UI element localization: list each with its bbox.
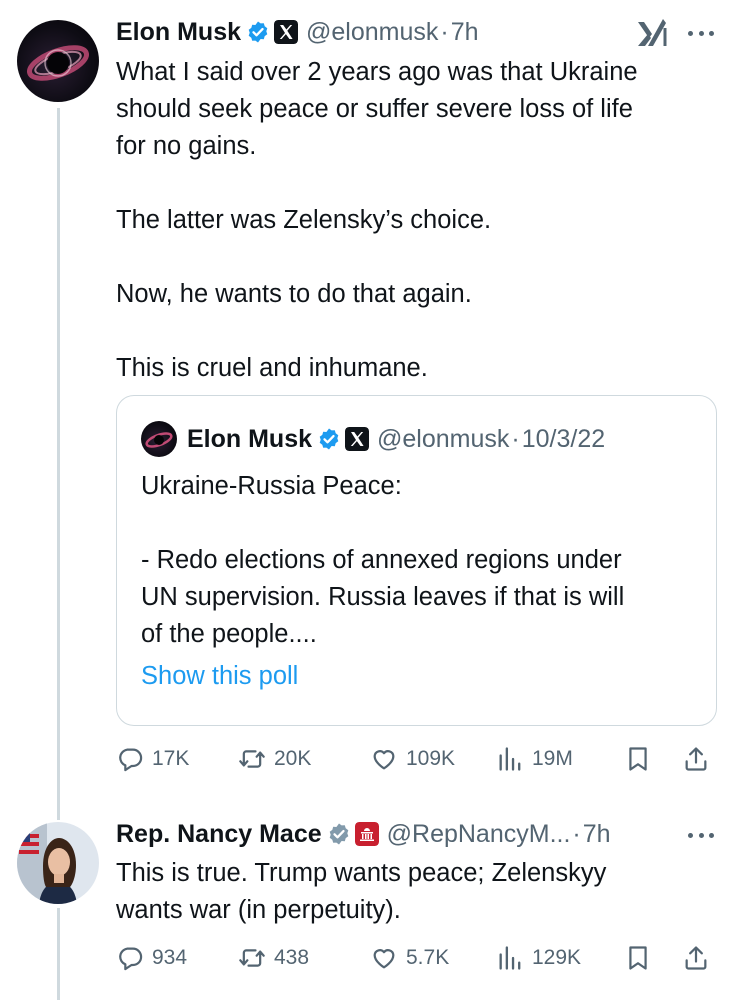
thread-connector-line [57, 108, 60, 820]
like-count: 109K [406, 747, 456, 770]
quoted-author-handle: @elonmusk [377, 424, 510, 453]
reply-tweet-text: This is true. Trump wants peace; Zelensk… [116, 859, 607, 924]
tweet-text: What I said over 2 years ago was that Uk… [116, 58, 638, 382]
reply-icon [119, 748, 143, 772]
quoted-author-name: Elon Musk [187, 424, 313, 453]
reply-button[interactable]: 934 [116, 940, 187, 976]
x-affiliate-badge-icon [274, 20, 299, 44]
more-options-icon[interactable] [688, 831, 714, 839]
nancy-mace-avatar[interactable] [17, 822, 99, 904]
more-options-icon[interactable] [688, 29, 714, 37]
like-button[interactable]: 109K [370, 741, 455, 777]
heart-icon [373, 750, 395, 770]
share-icon [685, 747, 707, 771]
x-affiliate-badge-icon [345, 427, 370, 451]
repost-icon [239, 949, 265, 967]
quoted-author-avatar [141, 421, 177, 457]
quoted-tweet-card[interactable]: Elon Musk @elonmusk · 10/3/22 Ukraine-Ru… [116, 395, 717, 726]
share-button[interactable] [682, 940, 710, 976]
tweet-timestamp[interactable]: 7h [451, 18, 479, 47]
heart-icon [373, 949, 395, 969]
show-poll-link[interactable]: Show this poll [141, 662, 298, 691]
capitol-affiliate-badge-icon [354, 822, 379, 846]
author-name[interactable]: Rep. Nancy Mace [116, 820, 322, 849]
quoted-tweet-header: Elon Musk @elonmusk · 10/3/22 [141, 421, 606, 457]
like-count: 5.7K [406, 946, 450, 969]
main-tweet-action-bar: 17K 20K 109K 19M [116, 741, 716, 777]
repost-count: 438 [274, 946, 310, 969]
views-button[interactable]: 19M [496, 741, 573, 777]
like-button[interactable]: 5.7K [370, 940, 449, 976]
quoted-tweet-text: Ukraine-Russia Peace: - Redo elections o… [141, 472, 625, 648]
reply-tweet-header: Rep. Nancy Mace @RepNancyM... · 7h [116, 818, 611, 850]
separator-dot: · [572, 819, 581, 848]
repost-button[interactable]: 438 [238, 940, 309, 976]
author-handle[interactable]: @RepNancyM... [387, 820, 571, 849]
tweet-timestamp[interactable]: 7h [583, 820, 611, 849]
bookmark-button[interactable] [624, 741, 652, 777]
views-bar-chart-icon [499, 747, 521, 771]
views-button[interactable]: 129K [496, 940, 581, 976]
main-tweet-header: Elon Musk @elonmusk · 7h [116, 16, 479, 48]
repost-count: 20K [274, 747, 312, 770]
reply-tweet-action-bar: 934 438 5.7K 129K [116, 940, 716, 976]
share-button[interactable] [682, 741, 710, 777]
reply-count: 934 [152, 946, 188, 969]
separator-dot: · [440, 17, 449, 46]
verified-badge-icon [319, 428, 339, 450]
share-icon [685, 946, 707, 970]
verified-badge-icon [248, 21, 268, 43]
separator-dot: · [511, 424, 520, 453]
reply-icon [119, 947, 143, 971]
view-count: 19M [532, 747, 573, 770]
elon-musk-avatar[interactable] [17, 20, 99, 102]
reply-count: 17K [152, 747, 190, 770]
thread-connector-line-bottom [57, 908, 60, 1000]
views-bar-chart-icon [499, 946, 521, 970]
bookmark-icon [629, 747, 647, 771]
author-handle[interactable]: @elonmusk [306, 18, 438, 47]
reply-button[interactable]: 17K [116, 741, 189, 777]
bookmark-button[interactable] [624, 940, 652, 976]
bookmark-icon [629, 946, 647, 970]
xai-logo-icon[interactable] [636, 18, 670, 48]
repost-icon [239, 750, 265, 768]
repost-button[interactable]: 20K [238, 741, 311, 777]
view-count: 129K [532, 946, 582, 969]
government-verified-badge-icon [329, 823, 348, 845]
author-name[interactable]: Elon Musk [116, 18, 241, 47]
quoted-tweet-date: 10/3/22 [521, 424, 606, 453]
